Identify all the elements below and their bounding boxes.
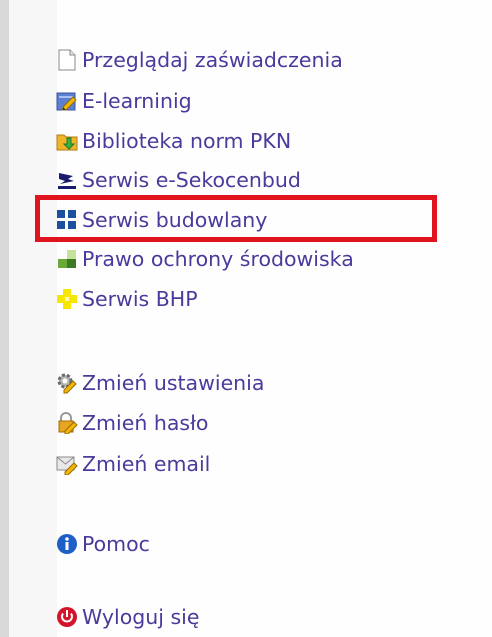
menu-item-label[interactable]: E-learninig [82,91,192,112]
panel-gutter [9,0,57,637]
yellow-squares-icon [56,288,78,310]
menu-item-serwis-e-sekocenbud[interactable]: Serwis e-Sekocenbud [56,166,301,194]
menu-item-e-learning[interactable]: E-learninig [56,87,192,115]
highlight-box [35,195,437,242]
left-border-strip [0,0,9,637]
menu-item-zmien-email[interactable]: Zmień email [56,450,210,478]
document-icon [56,49,78,71]
folder-download-icon [56,130,78,152]
settings-pencil-icon [56,372,78,394]
sekocenbud-logo-icon [56,169,78,191]
menu-item-label[interactable]: Zmień hasło [82,413,208,434]
menu-item-prawo-ochrony-srodowiska[interactable]: Prawo ochrony środowiska [56,245,354,273]
menu-item-zmien-haslo[interactable]: Zmień hasło [56,409,208,437]
menu-item-label[interactable]: Zmień ustawienia [82,373,264,394]
info-icon [56,533,78,555]
menu-item-label[interactable]: Zmień email [82,454,210,475]
menu-item-zmien-ustawienia[interactable]: Zmień ustawienia [56,369,264,397]
menu-item-label[interactable]: Pomoc [82,534,150,555]
edit-pencil-icon [56,90,78,112]
menu-item-label[interactable]: Biblioteka norm PKN [82,131,291,152]
menu-item-label[interactable]: Wyloguj się [82,607,200,628]
menu-item-label[interactable]: Prawo ochrony środowiska [82,249,354,270]
power-icon [56,606,78,628]
menu-item-label[interactable]: Przeglądaj zaświadczenia [82,50,343,71]
menu-item-serwis-bhp[interactable]: Serwis BHP [56,285,198,313]
menu-item-przegladaj-zaswiadczenia[interactable]: Przeglądaj zaświadczenia [56,46,343,74]
green-squares-icon [56,248,78,270]
menu-item-wyloguj[interactable]: Wyloguj się [56,603,200,631]
menu-item-label[interactable]: Serwis BHP [82,289,198,310]
lock-pencil-icon [56,412,78,434]
menu-item-pomoc[interactable]: Pomoc [56,530,150,558]
menu-item-label[interactable]: Serwis e-Sekocenbud [82,170,301,191]
envelope-pencil-icon [56,453,78,475]
menu-item-biblioteka-norm[interactable]: Biblioteka norm PKN [56,127,291,155]
